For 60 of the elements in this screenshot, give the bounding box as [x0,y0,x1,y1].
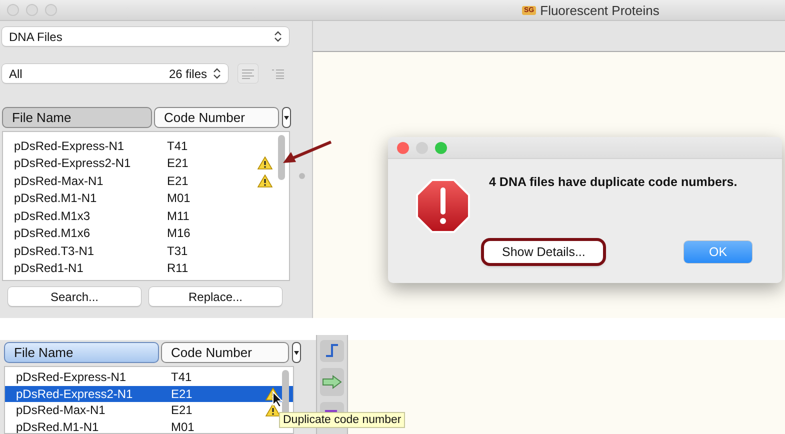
column-menu-button[interactable] [282,107,291,128]
code-number: E21 [171,403,194,418]
tooltip: Duplicate code number [279,412,406,428]
column-menu-button[interactable] [292,342,301,363]
file-name[interactable]: pDsRed-Express-N1 [5,370,171,384]
file-name[interactable]: pDsRed.M1x3 [3,208,167,223]
updown-icon [213,68,221,79]
panel-button[interactable]: Replace... [149,287,282,306]
code-number: T31 [167,244,189,258]
file-name[interactable]: pDsRed-Express2-N1 [5,386,171,401]
code-number: T41 [167,138,189,153]
code-number: E21 [167,156,190,170]
code-number: R11 [167,261,190,276]
column-header[interactable]: File Name [2,107,152,128]
panel-button[interactable]: Search... [8,287,141,306]
code-number: M11 [167,208,190,223]
code-number: M01 [167,191,192,206]
connector-button[interactable] [320,340,344,362]
file-name[interactable]: pDsRed.M1-N1 [3,191,167,206]
outline-icon [271,68,285,78]
connector-icon [324,344,340,358]
line-icon [324,407,340,413]
column-header[interactable]: Code Number [154,107,279,128]
file-name[interactable]: pDsRed.M1-N1 [5,420,171,433]
file-name[interactable]: pDsRed.M1x6 [3,226,167,240]
minimize-button[interactable] [416,142,428,154]
file-type-dropdown[interactable]: DNA Files [2,27,289,46]
file-name[interactable]: pDsRed.T3-N1 [3,244,167,258]
alert-message: 4 DNA files have duplicate code numbers. [489,175,738,191]
code-number: E21 [167,174,190,188]
filter-dropdown[interactable]: All 26 files [2,64,228,83]
file-name[interactable]: pDsRed-Express2-N1 [3,156,167,170]
file-name[interactable]: pDsRed1-N1 [3,261,167,276]
lines-icon [241,68,255,78]
file-name[interactable]: pDsRed-Express-N1 [3,138,167,153]
show-details-button[interactable]: Show Details... [484,241,604,263]
zoom-button[interactable] [435,142,447,154]
zoom-button[interactable] [45,4,57,16]
minimize-button[interactable] [26,4,38,16]
code-number: M16 [167,226,192,240]
list-view-button[interactable] [238,64,258,83]
updown-icon [274,31,282,42]
caret-icon [284,116,289,120]
close-button[interactable] [7,4,19,16]
code-number: E21 [171,386,194,401]
arrow-button[interactable] [320,368,344,396]
stop-sign-icon [416,179,470,233]
code-number: M01 [171,420,196,433]
window-title: Fluorescent Proteins [540,3,660,18]
caret-icon [294,350,299,354]
file-name[interactable]: pDsRed-Max-N1 [3,174,167,188]
arrow-icon [322,375,342,389]
mouse-cursor [272,391,284,408]
code-number: T41 [171,370,193,384]
splitter-handle[interactable] [299,172,305,178]
column-header[interactable]: File Name [4,342,159,363]
file-name[interactable]: pDsRed-Max-N1 [5,403,171,418]
close-button[interactable] [397,142,409,154]
annotation-arrow [281,140,333,166]
column-header[interactable]: Code Number [161,342,289,363]
